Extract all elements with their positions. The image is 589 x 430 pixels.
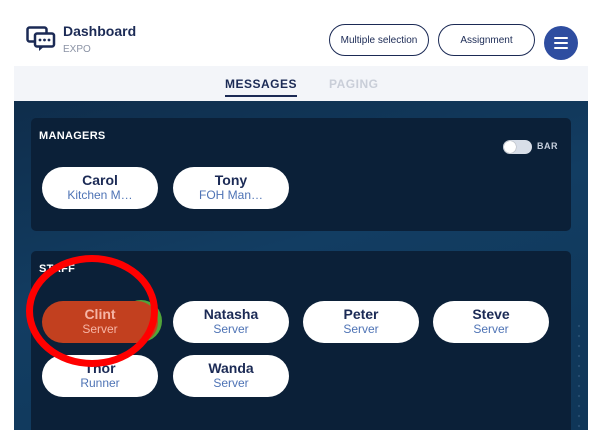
chip-role: Server xyxy=(473,322,509,336)
tab-paging[interactable]: PAGING xyxy=(329,77,378,91)
staff-chip-peter[interactable]: Peter Server xyxy=(303,301,419,343)
staff-chip-wanda[interactable]: Wanda Server xyxy=(173,355,289,397)
chip-role: Server xyxy=(213,376,249,390)
assignment-button[interactable]: Assignment xyxy=(438,24,535,56)
chip-name: Steve xyxy=(472,306,510,322)
page-subtitle: EXPO xyxy=(63,44,91,55)
chip-name: Peter xyxy=(343,306,379,322)
highlight-ring-annotation xyxy=(26,255,158,367)
hamburger-menu-icon[interactable] xyxy=(544,26,578,60)
staff-chip-steve[interactable]: Steve Server xyxy=(433,301,549,343)
toggle-knob xyxy=(504,141,516,153)
chip-role: Server xyxy=(213,322,249,336)
multiple-selection-button[interactable]: Multiple selection xyxy=(329,24,429,56)
chip-role: Kitchen M… xyxy=(67,188,133,202)
chip-name: Wanda xyxy=(208,360,254,376)
staff-chip-natasha[interactable]: Natasha Server xyxy=(173,301,289,343)
chip-role: FOH Man… xyxy=(198,188,263,202)
managers-panel: MANAGERS BAR Carol Kitchen M… Tony FOH M… xyxy=(31,118,571,231)
tab-bar: MESSAGES PAGING xyxy=(14,66,588,101)
chip-name: Tony xyxy=(214,172,248,188)
chat-bubbles-icon xyxy=(26,26,56,51)
bar-toggle-label: BAR xyxy=(537,141,558,151)
manager-chip-tony[interactable]: Tony FOH Man… xyxy=(173,167,289,209)
chip-name: Carol xyxy=(82,172,118,188)
managers-title: MANAGERS xyxy=(39,130,106,142)
chip-role: Runner xyxy=(80,376,120,390)
chip-name: Natasha xyxy=(203,306,259,322)
header: Dashboard EXPO Multiple selection Assign… xyxy=(14,0,588,66)
bar-toggle[interactable] xyxy=(503,140,532,154)
chip-role: Server xyxy=(343,322,379,336)
tab-messages[interactable]: MESSAGES xyxy=(225,77,298,97)
manager-chip-carol[interactable]: Carol Kitchen M… xyxy=(42,167,158,209)
page-title: Dashboard xyxy=(63,23,137,39)
